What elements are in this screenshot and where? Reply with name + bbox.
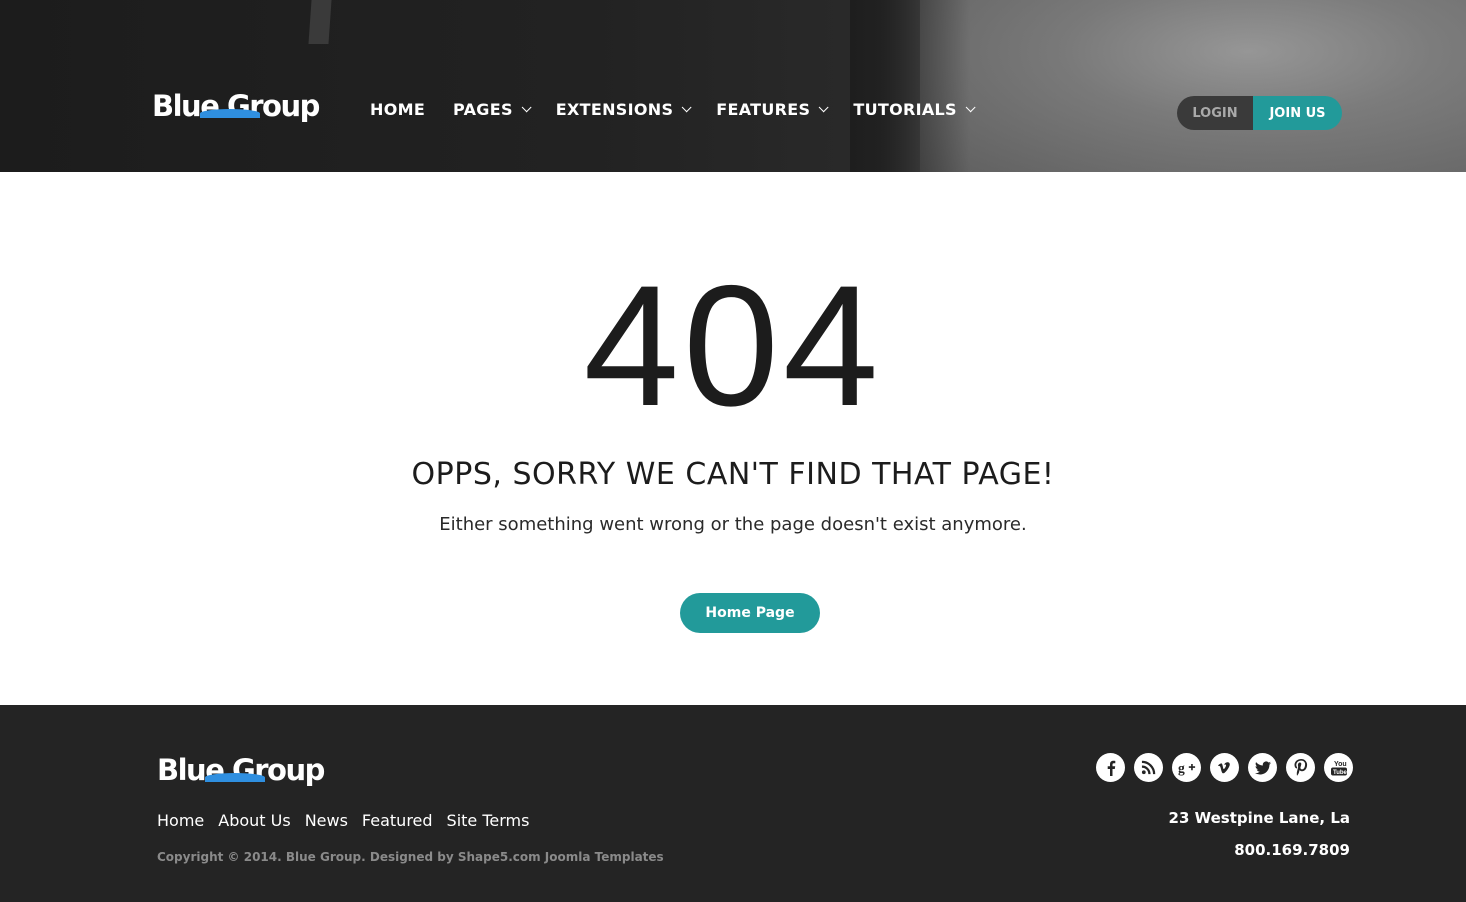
nav-item-extensions[interactable]: EXTENSIONS <box>555 100 692 119</box>
main-nav: HOME PAGES EXTENSIONS FEATURES TUTORIALS <box>370 100 1000 119</box>
logo-arc-icon <box>205 773 265 782</box>
footer-link-news[interactable]: News <box>305 811 348 830</box>
svg-text:You: You <box>1334 761 1347 768</box>
site-header: Blue Group HOME PAGES EXTENSIONS FEATURE… <box>0 0 1466 172</box>
chevron-down-icon <box>521 102 532 113</box>
header-background-photo <box>920 0 1466 172</box>
chevron-down-icon <box>819 102 829 113</box>
error-subtext: Either something went wrong or the page … <box>439 514 1027 535</box>
auth-buttons: LOGIN JOIN US <box>1177 96 1342 130</box>
nav-item-tutorials[interactable]: TUTORIALS <box>853 100 976 119</box>
youtube-icon[interactable]: You Tube <box>1324 753 1353 782</box>
vimeo-icon[interactable] <box>1210 753 1239 782</box>
footer-link-site-terms[interactable]: Site Terms <box>447 811 530 830</box>
svg-text:Tube: Tube <box>1333 770 1348 776</box>
nav-item-label: FEATURES <box>716 100 811 119</box>
header-background-shape <box>308 0 332 44</box>
svg-text:g: g <box>1178 760 1185 775</box>
social-links: g You Tube <box>1096 753 1353 782</box>
join-us-button[interactable]: JOIN US <box>1253 96 1342 130</box>
copyright-text: Copyright © 2014. Blue Group. Designed b… <box>157 850 664 864</box>
nav-item-pages[interactable]: PAGES <box>453 100 532 119</box>
footer-phone: 800.169.7809 <box>1234 841 1350 859</box>
footer-logo[interactable]: Blue Group <box>157 756 325 785</box>
footer-link-featured[interactable]: Featured <box>362 811 433 830</box>
login-button[interactable]: LOGIN <box>1177 96 1253 130</box>
google-plus-icon[interactable]: g <box>1172 753 1201 782</box>
home-page-button[interactable]: Home Page <box>680 593 820 633</box>
error-headline: OPPS, SORRY WE CAN'T FIND THAT PAGE! <box>411 457 1055 492</box>
nav-item-features[interactable]: FEATURES <box>716 100 829 119</box>
rss-icon[interactable] <box>1134 753 1163 782</box>
site-logo[interactable]: Blue Group <box>152 92 320 121</box>
chevron-down-icon <box>681 102 692 113</box>
footer-link-about-us[interactable]: About Us <box>218 811 290 830</box>
header-background-fade <box>850 0 970 172</box>
footer-address: 23 Westpine Lane, La <box>1168 809 1350 827</box>
footer-link-home[interactable]: Home <box>157 811 204 830</box>
facebook-icon[interactable] <box>1096 753 1125 782</box>
twitter-icon[interactable] <box>1248 753 1277 782</box>
error-content: 404 OPPS, SORRY WE CAN'T FIND THAT PAGE!… <box>0 172 1466 705</box>
error-code: 404 <box>583 250 883 442</box>
nav-item-label: HOME <box>370 100 426 119</box>
nav-item-home[interactable]: HOME <box>370 100 425 119</box>
nav-item-label: EXTENSIONS <box>555 100 674 119</box>
chevron-down-icon <box>965 102 976 113</box>
nav-item-label: TUTORIALS <box>853 100 957 119</box>
footer-links: Home About Us News Featured Site Terms <box>157 811 543 830</box>
pinterest-icon[interactable] <box>1286 753 1315 782</box>
logo-arc-icon <box>200 109 260 118</box>
nav-item-label: PAGES <box>453 100 513 119</box>
site-footer: Blue Group Home About Us News Featured S… <box>0 705 1466 902</box>
